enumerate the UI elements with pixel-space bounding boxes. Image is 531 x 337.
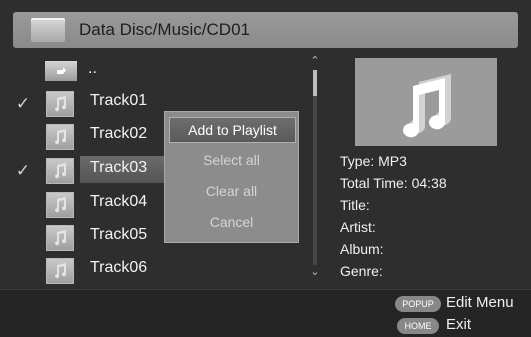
menu-item-add-to-playlist[interactable]: Add to Playlist: [169, 117, 296, 143]
info-artist: Artist:: [340, 219, 376, 235]
screen: Data Disc/Music/CD01 .. ✓ Track01 Track0…: [0, 0, 531, 337]
path-bar: Data Disc/Music/CD01: [13, 12, 518, 48]
track-label: Track01: [90, 92, 148, 109]
footer-hints: POPUP Edit Menu HOME Exit: [0, 289, 531, 337]
info-type: Type: MP3: [340, 153, 407, 169]
check-icon: ✓: [15, 94, 31, 113]
music-file-icon: [46, 124, 74, 150]
track-label: Track05: [90, 226, 148, 243]
track-label: Track06: [90, 259, 148, 276]
check-icon: ✓: [15, 161, 31, 180]
folder-icon: [31, 18, 65, 42]
popup-key-badge: POPUP: [395, 296, 441, 312]
current-path: Data Disc/Music/CD01: [79, 20, 250, 39]
track-label: Track04: [90, 193, 148, 210]
scroll-down-icon[interactable]: ⌄: [309, 265, 321, 278]
menu-item-clear-all[interactable]: Clear all: [169, 179, 294, 203]
scroll-up-icon[interactable]: ⌃: [309, 54, 321, 67]
music-file-icon: [46, 192, 74, 218]
album-art: [355, 58, 497, 146]
info-title: Title:: [340, 197, 370, 213]
popup-hint-label: Edit Menu: [446, 294, 514, 311]
popup-menu: Add to Playlist Select all Clear all Can…: [164, 111, 299, 243]
music-file-icon: [46, 158, 74, 184]
menu-item-cancel[interactable]: Cancel: [169, 210, 294, 234]
track-label: Track02: [90, 125, 148, 142]
parent-folder-label: ..: [88, 60, 97, 77]
music-file-icon: [46, 91, 74, 117]
home-key-badge: HOME: [397, 318, 439, 334]
up-folder-icon: [45, 61, 77, 81]
music-file-icon: [46, 258, 74, 284]
music-note-icon: [403, 74, 452, 138]
track-label: Track03: [90, 159, 148, 176]
music-file-icon: [46, 225, 74, 251]
info-total-time: Total Time: 04:38: [340, 175, 447, 191]
scrollbar-thumb[interactable]: [313, 70, 317, 96]
info-album: Album:: [340, 241, 384, 257]
parent-folder-row[interactable]: ..: [0, 58, 300, 88]
scrollbar-track[interactable]: [313, 70, 317, 265]
menu-item-select-all[interactable]: Select all: [169, 148, 294, 172]
track-row[interactable]: Track06: [0, 255, 300, 285]
home-hint-label: Exit: [446, 316, 472, 333]
info-genre: Genre:: [340, 263, 383, 279]
